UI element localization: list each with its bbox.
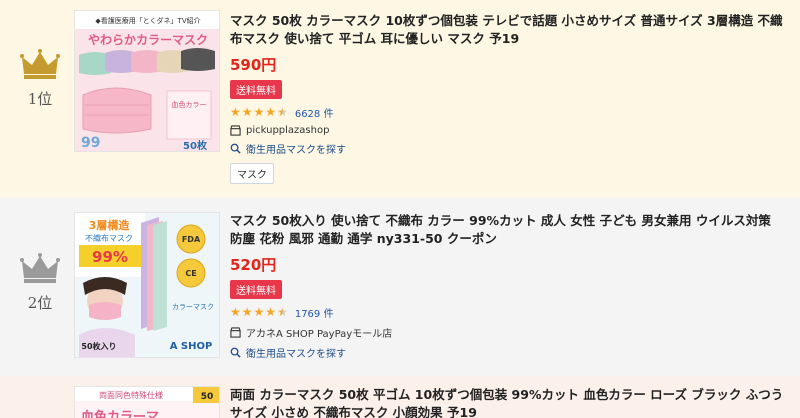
star-icon: ★	[265, 105, 277, 119]
store-icon	[230, 125, 241, 136]
star-rating: ★ ★ ★ ★ ★	[230, 306, 289, 318]
rating: ★ ★ ★ ★ ★ 1769 件	[230, 305, 786, 320]
free-shipping-badge: 送料無料	[230, 280, 282, 299]
star-icon: ★	[230, 105, 241, 119]
category-search-label[interactable]: 衛生用品マスクを探す	[246, 141, 346, 156]
search-icon	[230, 347, 241, 358]
thumb-headline: 3層構造	[89, 218, 131, 232]
store-name[interactable]: pickupplazashop	[246, 125, 329, 136]
star-icon: ★	[253, 305, 265, 319]
keyword-tag[interactable]: マスク	[230, 163, 274, 184]
ranking-list: 1位 ◆看護医療用「とくダネ」TV紹介 やわらかカラーマスク 血色カラー 99 …	[0, 0, 800, 418]
review-count-link[interactable]: 1769 件	[295, 305, 334, 320]
star-rating: ★ ★ ★ ★ ★	[230, 106, 289, 118]
thumb-percent: 99%	[92, 248, 128, 266]
rank-label: 2位	[27, 294, 53, 312]
ranking-item-1[interactable]: 1位 ◆看護医療用「とくダネ」TV紹介 やわらかカラーマスク 血色カラー 99 …	[0, 0, 800, 198]
thumb-banner: 両面同色特殊仕様	[99, 390, 163, 400]
product-image[interactable]: 両面同色特殊仕様 50 血色カラーマ	[74, 386, 220, 418]
thumb-badge-ce: CE	[185, 269, 196, 278]
mask-product-illustration: 3層構造 不織布マスク 99% FDA CE カラーマスク 50枚入り A SH…	[75, 213, 219, 357]
ranking-item-3[interactable]: 両面同色特殊仕様 50 血色カラーマ 両面 カラーマスク 50枚 平ゴム 10枚…	[0, 376, 800, 418]
product-title[interactable]: マスク 50枚 カラーマスク 10枚ずつ個包装 テレビで話題 小さめサイズ 普通…	[230, 12, 786, 48]
star-icon: ★	[265, 305, 277, 319]
rank-badge: 1位	[14, 48, 66, 109]
thumb-count: 50枚入り	[81, 341, 116, 351]
thumb-headline: 血色カラーマ	[81, 409, 159, 418]
thumb-badge-fda: FDA	[182, 235, 201, 244]
product-info: マスク 50枚入り 使い捨て 不織布 カラー 99%カット 成人 女性 子ども …	[230, 212, 786, 360]
thumb-sub: 不織布マスク	[85, 233, 133, 243]
free-shipping-badge: 送料無料	[230, 80, 282, 99]
store-name[interactable]: アカネA SHOP PayPayモール店	[246, 325, 392, 340]
thumb-count: 50枚	[183, 139, 208, 152]
thumb-headline: やわらかカラーマスク	[88, 33, 208, 47]
rating: ★ ★ ★ ★ ★ 6628 件	[230, 105, 786, 120]
product-info: 両面 カラーマスク 50枚 平ゴム 10枚ずつ個包装 99%カット 血色カラー …	[230, 386, 786, 418]
product-title[interactable]: マスク 50枚入り 使い捨て 不織布 カラー 99%カット 成人 女性 子ども …	[230, 212, 786, 248]
star-icon: ★	[230, 305, 241, 319]
thumb-count: 50	[201, 392, 214, 402]
product-price: 590円	[230, 56, 277, 74]
thumb-percent: 99	[81, 135, 100, 151]
gold-crown-icon	[20, 49, 60, 79]
review-count-link[interactable]: 6628 件	[295, 105, 334, 120]
star-icon: ★	[241, 105, 253, 119]
star-icon: ★	[253, 105, 265, 119]
product-price: 520円	[230, 256, 277, 274]
ranking-item-2[interactable]: 2位 3層構造 不織布マスク 99% FDA CE カラーマスク 50枚入り A…	[0, 198, 800, 376]
thumb-brand: A SHOP	[170, 341, 213, 352]
product-title[interactable]: 両面 カラーマスク 50枚 平ゴム 10枚ずつ個包装 99%カット 血色カラー …	[230, 386, 786, 418]
store-link[interactable]: アカネA SHOP PayPayモール店	[230, 325, 786, 340]
thumb-note: 血色カラー	[172, 100, 207, 109]
thumb-desc: カラーマスク	[172, 303, 214, 311]
silver-crown-icon	[20, 253, 60, 283]
product-info: マスク 50枚 カラーマスク 10枚ずつ個包装 テレビで話題 小さめサイズ 普通…	[230, 12, 786, 184]
category-search-link[interactable]: 衛生用品マスクを探す	[230, 141, 786, 156]
rank-badge: 2位	[14, 252, 66, 313]
search-icon	[230, 143, 241, 154]
product-image[interactable]: 3層構造 不織布マスク 99% FDA CE カラーマスク 50枚入り A SH…	[74, 212, 220, 358]
mask-product-illustration: 両面同色特殊仕様 50 血色カラーマ	[75, 387, 219, 418]
rank-label: 1位	[27, 90, 53, 108]
mask-product-illustration: ◆看護医療用「とくダネ」TV紹介 やわらかカラーマスク 血色カラー 99 50枚	[75, 11, 219, 152]
category-search-link[interactable]: 衛生用品マスクを探す	[230, 345, 786, 360]
thumb-banner: ◆看護医療用「とくダネ」TV紹介	[95, 16, 200, 25]
category-search-label[interactable]: 衛生用品マスクを探す	[246, 345, 346, 360]
store-icon	[230, 327, 241, 338]
half-star-icon: ★	[277, 105, 288, 119]
star-icon: ★	[241, 305, 253, 319]
store-link[interactable]: pickupplazashop	[230, 125, 786, 136]
half-star-icon: ★	[277, 305, 288, 319]
product-image[interactable]: ◆看護医療用「とくダネ」TV紹介 やわらかカラーマスク 血色カラー 99 50枚	[74, 10, 220, 152]
